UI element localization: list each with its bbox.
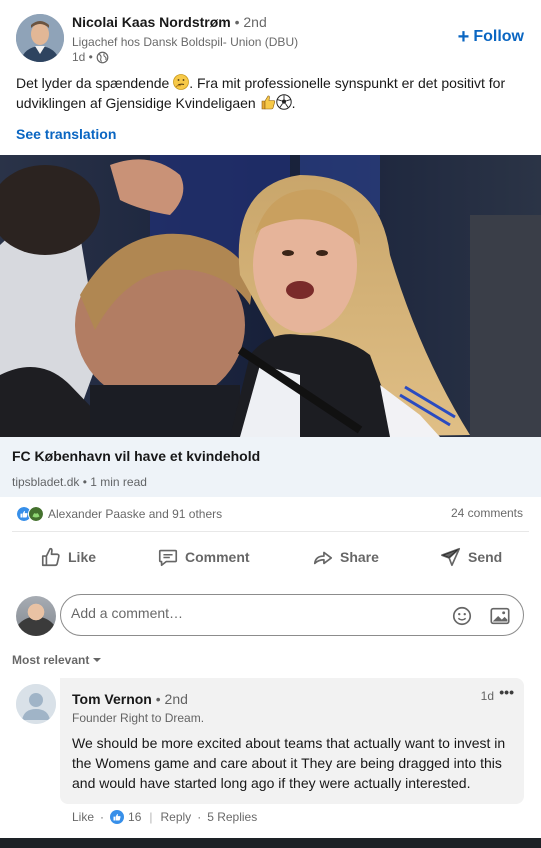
- commenter-degree: • 2nd: [155, 691, 188, 707]
- like-reaction-icon: [110, 810, 125, 824]
- reactions-summary[interactable]: Alexander Paaske and 91 others: [16, 506, 222, 522]
- author-name[interactable]: Nicolai Kaas Nordstrøm: [72, 14, 231, 30]
- author-headline: Ligachef hos Dansk Boldspil- Union (DBU): [72, 35, 299, 49]
- post-header: Nicolai Kaas Nordstrøm • 2nd Ligachef ho…: [0, 0, 541, 70]
- article-source: tipsbladet.dk • 1 min read: [12, 475, 147, 489]
- comment-button[interactable]: Comment: [157, 546, 250, 568]
- see-translation-link[interactable]: See translation: [16, 126, 116, 142]
- like-button[interactable]: Like: [40, 546, 96, 568]
- post-time: 1d •: [72, 50, 109, 64]
- comment-icon: [158, 549, 178, 567]
- article-photo: [0, 155, 541, 437]
- post-time-label: 1d •: [72, 50, 93, 64]
- commenter-name-row: Tom Vernon • 2nd: [72, 691, 188, 707]
- post-text: Det lyder da spændende . Fra mit profess…: [16, 73, 526, 113]
- comment-input[interactable]: [71, 605, 431, 621]
- image-icon[interactable]: [489, 605, 511, 627]
- share-label: Share: [340, 549, 379, 565]
- follow-button[interactable]: + Follow: [457, 26, 524, 48]
- bottom-bar: [0, 838, 541, 848]
- post-actions: Like Comment Share Send: [0, 540, 541, 578]
- comment-time: 1d: [480, 689, 494, 703]
- author-avatar[interactable]: [16, 14, 64, 62]
- separator-dot: ·: [197, 810, 202, 824]
- comment-actions: Like · 16 | Reply · 5 Replies: [72, 810, 257, 824]
- plus-icon: +: [457, 26, 470, 48]
- comment-label: Comment: [185, 549, 250, 565]
- article-image[interactable]: [0, 155, 541, 437]
- current-user-avatar: [16, 596, 56, 636]
- comment-reply-button[interactable]: Reply: [161, 810, 192, 824]
- post-text-part1: Det lyder da spændende: [16, 75, 174, 91]
- comment-like-count[interactable]: 16: [128, 810, 141, 824]
- thinking-face-icon: [173, 74, 190, 90]
- caret-down-icon: [93, 658, 102, 662]
- social-counts: Alexander Paaske and 91 others 24 commen…: [0, 502, 541, 526]
- comment-like-button[interactable]: Like: [72, 810, 94, 824]
- comments-count[interactable]: 24 comments: [451, 506, 523, 520]
- send-button[interactable]: Send: [440, 546, 502, 568]
- like-label: Like: [68, 549, 97, 565]
- commenter-name[interactable]: Tom Vernon: [72, 691, 152, 707]
- soccer-ball-icon: [275, 94, 292, 110]
- sort-label: Most relevant: [12, 653, 90, 667]
- reactors-text: Alexander Paaske and 91 others: [48, 507, 223, 521]
- thumbs-up-icon: [261, 95, 275, 110]
- comment-box: [0, 592, 541, 638]
- comment-body: We should be more excited about teams th…: [72, 735, 506, 791]
- commenter-avatar[interactable]: [16, 684, 56, 724]
- support-reaction-icon: [28, 506, 44, 522]
- separator-bar: |: [149, 810, 153, 824]
- follow-label: Follow: [473, 28, 524, 45]
- author-name-row: Nicolai Kaas Nordstrøm • 2nd: [72, 14, 267, 30]
- globe-icon: [96, 51, 109, 63]
- more-options-icon[interactable]: •••: [499, 684, 514, 700]
- comment-bubble: Tom Vernon • 2nd Founder Right to Dream.…: [60, 678, 524, 804]
- post-text-part3: .: [291, 95, 296, 111]
- article-title[interactable]: FC København vil have et kvindehold: [12, 448, 260, 464]
- send-icon: [441, 547, 461, 567]
- share-arrow-icon: [313, 551, 333, 565]
- divider: [12, 531, 529, 532]
- comment-replies-link[interactable]: 5 Replies: [207, 810, 257, 824]
- separator-dot: ·: [100, 810, 105, 824]
- emoji-icon[interactable]: [451, 605, 473, 627]
- article-card[interactable]: FC København vil have et kvindehold tips…: [0, 437, 541, 497]
- send-label: Send: [468, 549, 503, 565]
- commenter-headline: Founder Right to Dream.: [72, 711, 205, 725]
- thumbs-up-outline-icon: [41, 547, 60, 567]
- comment-input-wrapper[interactable]: [60, 594, 524, 636]
- sort-dropdown[interactable]: Most relevant: [12, 653, 102, 667]
- share-button[interactable]: Share: [312, 546, 379, 568]
- connection-degree: • 2nd: [234, 14, 267, 30]
